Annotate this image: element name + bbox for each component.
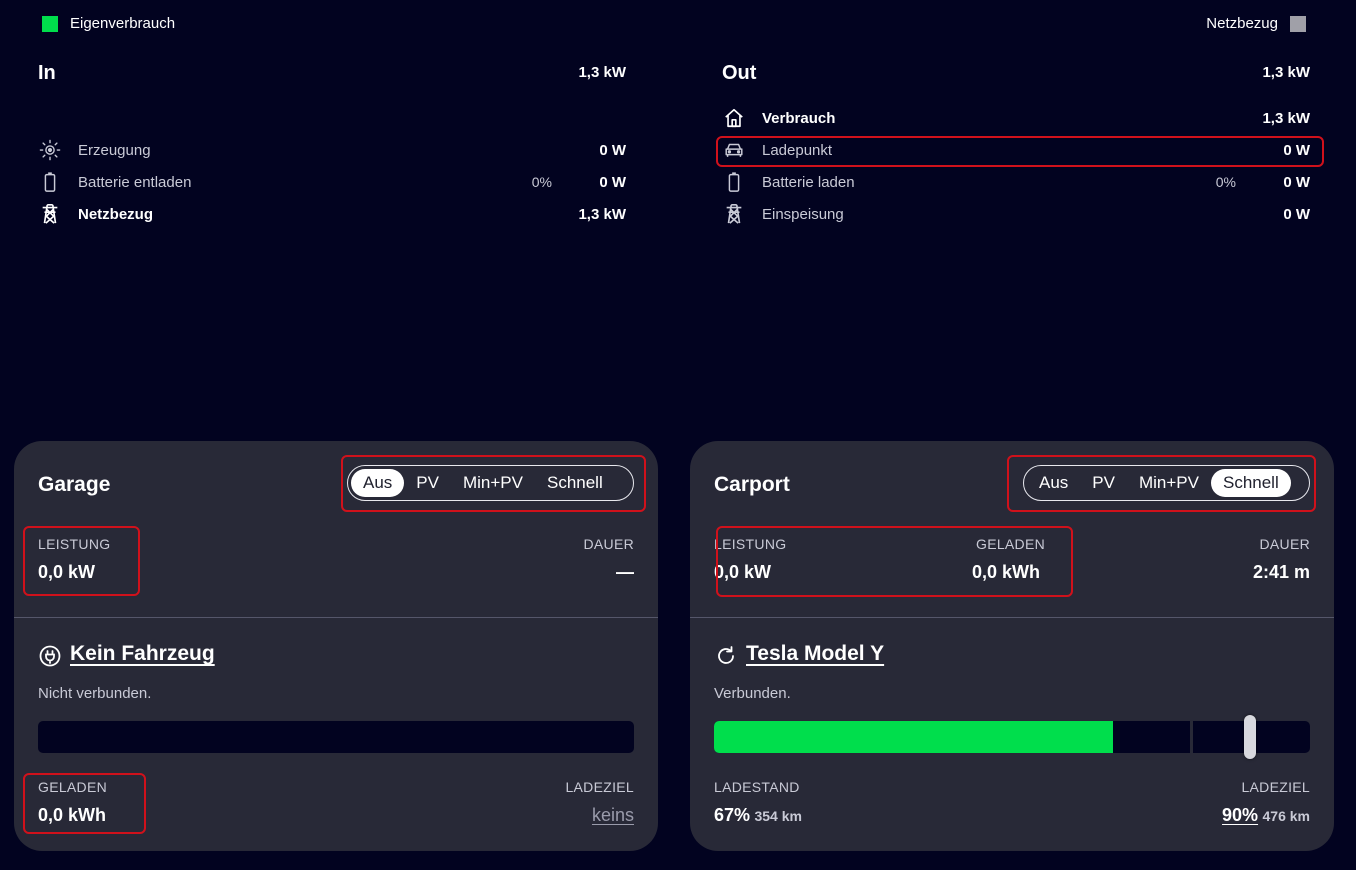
energy-in-value-generation: 0 W [599,141,626,159]
energy-in-row-grid: Netzbezug 1,3 kW [38,202,626,226]
charged-label: GELADEN [38,779,108,795]
energy-in-value-grid: 1,3 kW [578,205,626,223]
duration-label: DAUER [1259,536,1310,552]
battery-icon [722,170,746,194]
legend-label-grid-import: Netzbezug [1206,15,1278,32]
house-icon [722,106,746,130]
mode-button-pv[interactable]: PV [1080,469,1127,497]
plug-icon [38,644,62,668]
mode-selector-carport: Aus PV Min+PV Schnell [1023,465,1310,501]
energy-in-total: 1,3 kW [578,64,626,81]
energy-out-panel: Out 1,3 kW Verbrauch 1,3 kW Ladepunkt 0 … [722,58,1310,238]
target-link[interactable]: keins [592,805,634,826]
soc-bar [38,721,634,753]
energy-out-label-battery: Batterie laden [762,173,855,191]
mode-selector-garage: Aus PV Min+PV Schnell [347,465,634,501]
car-icon [722,138,746,162]
energy-in-percent-battery: 0% [531,174,552,190]
card-divider [690,617,1334,618]
target-label: LADEZIEL [1241,779,1310,795]
energy-in-label-generation: Erzeugung [78,141,151,159]
sun-icon [38,138,62,162]
soc-bar-fill [714,721,1114,753]
charged-value: 0,0 kWh [972,562,1041,582]
energy-out-total: 1,3 kW [1262,64,1310,81]
soc-bar-separator [1190,721,1193,753]
energy-out-row-loadpoint: Ladepunkt 0 W [722,138,1310,162]
energy-in-label-battery: Batterie entladen [78,173,192,191]
loadpoint-title-carport: Carport [714,473,790,496]
legend-swatch-self-consumption [42,16,58,32]
charged-value: 0,0 kWh [38,805,107,825]
energy-out-percent-battery: 0% [1215,174,1236,190]
energy-in-panel: In 1,3 kW Erzeugung 0 W Batterie entlade… [38,58,626,238]
target-readout: 90% 476 km [1222,805,1310,826]
soc-range: 354 km [754,808,802,824]
mode-button-min-pv[interactable]: Min+PV [1127,469,1211,497]
duration-label: DAUER [583,536,634,552]
loadpoint-card-carport: Carport Aus PV Min+PV Schnell LEISTUNG 0… [690,441,1334,851]
soc-value: 67% [714,805,751,825]
power-pylon-icon [38,202,62,226]
energy-in-label-grid: Netzbezug [78,205,153,223]
duration-value: — [616,562,634,582]
target-label: LADEZIEL [565,779,634,795]
power-value: 0,0 kW [714,562,772,582]
power-value: 0,0 kW [38,562,96,582]
duration-value: 2:41 m [1252,562,1310,582]
power-label: LEISTUNG [714,536,787,552]
energy-out-value-feedin: 0 W [1283,205,1310,223]
soc-bar [714,721,1310,753]
card-divider [14,617,658,618]
mode-button-schnell[interactable]: Schnell [535,469,615,497]
legend-swatch-grid-import [1290,16,1306,32]
target-soc-link[interactable]: 90% [1222,805,1258,825]
mode-button-aus[interactable]: Aus [1027,469,1080,497]
vehicle-name-link[interactable]: Kein Fahrzeug [70,642,215,666]
energy-out-value-consumption: 1,3 kW [1262,109,1310,127]
vehicle-name-link[interactable]: Tesla Model Y [746,642,884,666]
energy-out-row-battery: Batterie laden 0% 0 W [722,170,1310,194]
legend-label-self-consumption: Eigenverbrauch [70,15,176,32]
energy-out-title: Out [722,62,757,84]
vehicle-status: Nicht verbunden. [38,685,152,702]
energy-out-label-consumption: Verbrauch [762,109,836,127]
charged-label: GELADEN [976,536,1046,552]
battery-icon [38,170,62,194]
target-range: 476 km [1262,808,1310,824]
refresh-icon[interactable] [714,644,738,668]
energy-out-label-loadpoint: Ladepunkt [762,141,833,159]
loadpoint-title-garage: Garage [38,473,111,496]
energy-out-row-consumption: Verbrauch 1,3 kW [722,106,1310,130]
soc-readout: 67% 354 km [714,805,802,826]
power-pylon-icon [722,202,746,226]
target-soc-slider-handle[interactable] [1244,715,1257,759]
energy-out-value-loadpoint: 0 W [1283,141,1310,159]
vehicle-status: Verbunden. [714,685,791,702]
soc-label: LADESTAND [714,779,800,795]
energy-in-title: In [38,62,56,84]
loadpoint-card-garage: Garage Aus PV Min+PV Schnell LEISTUNG 0,… [14,441,658,851]
power-label: LEISTUNG [38,536,111,552]
mode-button-schnell[interactable]: Schnell [1210,469,1291,497]
mode-button-pv[interactable]: PV [404,469,451,497]
energy-out-row-feedin: Einspeisung 0 W [722,202,1310,226]
energy-in-row-battery: Batterie entladen 0% 0 W [38,170,626,194]
energy-in-value-battery: 0 W [599,173,626,191]
mode-button-min-pv[interactable]: Min+PV [451,469,535,497]
mode-button-aus[interactable]: Aus [351,469,405,497]
energy-out-value-battery: 0 W [1283,173,1310,191]
energy-in-row-generation: Erzeugung 0 W [38,138,626,162]
energy-out-label-feedin: Einspeisung [762,205,844,223]
